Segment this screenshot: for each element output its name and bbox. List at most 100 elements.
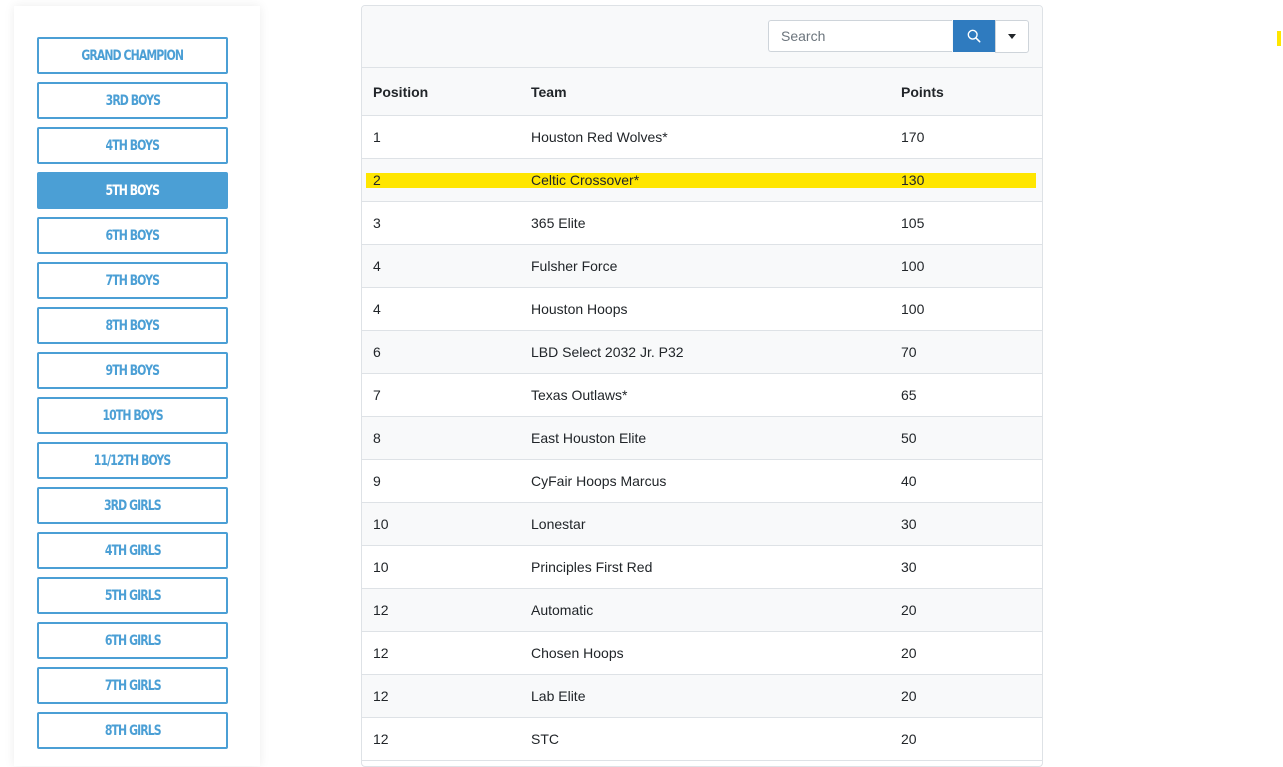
cell-position: 12 bbox=[373, 602, 389, 618]
cell-position: 10 bbox=[373, 516, 389, 532]
cell-points: 65 bbox=[901, 387, 917, 403]
table-row: 10 Principles First Red 30 bbox=[362, 545, 1042, 589]
division-button[interactable]: 5TH BOYS bbox=[37, 172, 228, 209]
division-button-label: 4TH BOYS bbox=[105, 137, 160, 154]
column-header-position[interactable]: Position bbox=[362, 68, 531, 116]
table-row: 7 Texas Outlaws* 65 bbox=[362, 373, 1042, 417]
table-row: 6 LBD Select 2032 Jr. P32 70 bbox=[362, 330, 1042, 374]
cell-points: 30 bbox=[901, 516, 917, 532]
division-button-label: 5TH BOYS bbox=[105, 182, 160, 199]
table-row: 2 Celtic Crossover* 130 bbox=[362, 158, 1042, 202]
division-button[interactable]: 5TH GIRLS bbox=[37, 577, 228, 614]
division-button[interactable]: 4TH BOYS bbox=[37, 127, 228, 164]
cell-position: 10 bbox=[373, 559, 389, 575]
division-button-label: 8TH GIRLS bbox=[104, 722, 162, 739]
table-row: 3 365 Elite 105 bbox=[362, 201, 1042, 245]
cell-points: 40 bbox=[901, 473, 917, 489]
cell-points: 20 bbox=[901, 688, 917, 704]
division-button-label: 7TH BOYS bbox=[105, 272, 160, 289]
division-button-label: 9TH BOYS bbox=[105, 362, 160, 379]
column-header-points[interactable]: Points bbox=[901, 68, 1042, 116]
search-button[interactable] bbox=[953, 20, 995, 52]
division-button-label: GRAND CHAMPION bbox=[81, 47, 185, 64]
cell-team: Texas Outlaws* bbox=[531, 387, 628, 403]
columns-dropdown-button[interactable] bbox=[995, 20, 1029, 53]
table-toolbar bbox=[362, 6, 1042, 68]
cell-position: 4 bbox=[373, 258, 381, 274]
cell-team: Lab Elite bbox=[531, 688, 586, 704]
table-row: 8 East Houston Elite 50 bbox=[362, 416, 1042, 460]
cell-position: 9 bbox=[373, 473, 381, 489]
cell-position: 7 bbox=[373, 387, 381, 403]
cell-points: 170 bbox=[901, 129, 925, 145]
cell-team: Fulsher Force bbox=[531, 258, 618, 274]
division-button[interactable]: 8TH BOYS bbox=[37, 307, 228, 344]
cell-team: East Houston Elite bbox=[531, 430, 647, 446]
cell-points: 20 bbox=[901, 602, 917, 618]
table-header-row: Position Team Points bbox=[362, 68, 1042, 116]
cell-team: CyFair Hoops Marcus bbox=[531, 473, 667, 489]
division-button[interactable]: 7TH GIRLS bbox=[37, 667, 228, 704]
column-header-team[interactable]: Team bbox=[531, 68, 901, 116]
cell-team: 365 Elite bbox=[531, 215, 586, 231]
table-row: 12 Lab Elite 20 bbox=[362, 674, 1042, 718]
division-button[interactable]: 6TH BOYS bbox=[37, 217, 228, 254]
division-button-label: 6TH BOYS bbox=[105, 227, 160, 244]
cell-team: Chosen Hoops bbox=[531, 645, 624, 661]
standings-panel: Position Team Points 1 Houston Red Wolves… bbox=[361, 5, 1043, 767]
cell-points: 100 bbox=[901, 301, 925, 317]
division-button[interactable]: 9TH BOYS bbox=[37, 352, 228, 389]
cell-team: STC bbox=[531, 731, 559, 747]
division-button[interactable]: GRAND CHAMPION bbox=[37, 37, 228, 74]
division-button-label: 3RD GIRLS bbox=[104, 497, 162, 514]
search-input[interactable] bbox=[768, 20, 952, 52]
division-button-label: 4TH GIRLS bbox=[104, 542, 162, 559]
division-button[interactable]: 10TH BOYS bbox=[37, 397, 228, 434]
cell-position: 4 bbox=[373, 301, 381, 317]
cell-team: Houston Red Wolves* bbox=[531, 129, 668, 145]
cell-position: 12 bbox=[373, 688, 389, 704]
table-row: 12 Automatic 20 bbox=[362, 588, 1042, 632]
division-button-label: 10TH BOYS bbox=[102, 407, 163, 424]
division-button-label: 8TH BOYS bbox=[105, 317, 160, 334]
cell-position: 2 bbox=[366, 172, 531, 188]
division-button[interactable]: 7TH BOYS bbox=[37, 262, 228, 299]
division-button[interactable]: 4TH GIRLS bbox=[37, 532, 228, 569]
division-sidebar: GRAND CHAMPION 3RD BOYS 4TH BOYS 5TH BOYS 6T… bbox=[14, 6, 260, 766]
division-button-label: 3RD BOYS bbox=[105, 92, 160, 109]
division-button[interactable]: 8TH GIRLS bbox=[37, 712, 228, 749]
division-button[interactable]: 6TH GIRLS bbox=[37, 622, 228, 659]
table-row: 12 Chosen Hoops 20 bbox=[362, 631, 1042, 675]
cell-points: 100 bbox=[901, 258, 925, 274]
division-button[interactable]: 3RD BOYS bbox=[37, 82, 228, 119]
division-button-label: 7TH GIRLS bbox=[104, 677, 162, 694]
cell-points: 130 bbox=[901, 172, 1036, 188]
table-row: 9 CyFair Hoops Marcus 40 bbox=[362, 459, 1042, 503]
cell-position: 12 bbox=[373, 731, 389, 747]
cell-points: 30 bbox=[901, 559, 917, 575]
cell-points: 105 bbox=[901, 215, 925, 231]
cell-position: 12 bbox=[373, 645, 389, 661]
table-row: 4 Houston Hoops 100 bbox=[362, 287, 1042, 331]
table-row: 12 STC 20 bbox=[362, 717, 1042, 761]
division-button-label: 6TH GIRLS bbox=[104, 632, 162, 649]
division-button[interactable]: 3RD GIRLS bbox=[37, 487, 228, 524]
cell-position: 1 bbox=[373, 129, 381, 145]
cell-points: 50 bbox=[901, 430, 917, 446]
search-icon bbox=[967, 29, 981, 43]
cell-position: 3 bbox=[373, 215, 381, 231]
table-row: 10 Lonestar 30 bbox=[362, 502, 1042, 546]
table-row: 4 Fulsher Force 100 bbox=[362, 244, 1042, 288]
cell-team: LBD Select 2032 Jr. P32 bbox=[531, 344, 684, 360]
cell-team: Celtic Crossover* bbox=[531, 172, 901, 188]
highlight-marker bbox=[1277, 31, 1281, 46]
division-button-label: 5TH GIRLS bbox=[104, 587, 162, 604]
cell-points: 20 bbox=[901, 645, 917, 661]
division-button[interactable]: 11/12TH BOYS bbox=[37, 442, 228, 479]
table-row: 1 Houston Red Wolves* 170 bbox=[362, 115, 1042, 159]
cell-team: Principles First Red bbox=[531, 559, 653, 575]
cell-points: 70 bbox=[901, 344, 917, 360]
cell-team: Houston Hoops bbox=[531, 301, 628, 317]
division-button-label: 11/12TH BOYS bbox=[94, 452, 171, 469]
cell-points: 20 bbox=[901, 731, 917, 747]
